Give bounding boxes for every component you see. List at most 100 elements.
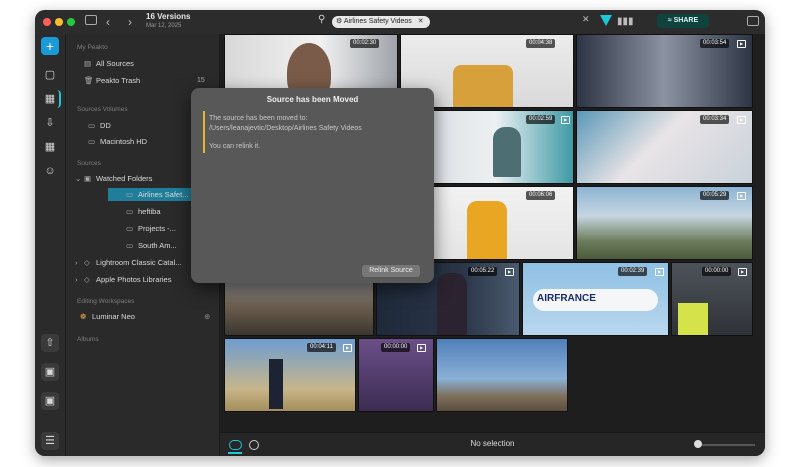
trash-icon: 🗑 bbox=[84, 76, 94, 85]
video-icon: ▶ bbox=[417, 344, 426, 352]
warning-accent-bar bbox=[203, 111, 205, 153]
share-label: SHARE bbox=[673, 17, 699, 24]
inspector-panel-icon[interactable] bbox=[747, 16, 759, 26]
menu-icon[interactable]: ☰ bbox=[41, 432, 59, 450]
section-sources: Sources bbox=[77, 160, 101, 167]
safety-vest-thumbnail bbox=[678, 303, 708, 335]
wifi-icon: ≈ bbox=[667, 17, 672, 24]
sidebar-item-all-sources[interactable]: ▤ All Sources bbox=[84, 57, 134, 70]
add-workspace-icon[interactable]: ⊕ bbox=[204, 310, 210, 323]
tool-strip: + ▢ ▦ ⇩ ▦ ☺ ⇧ ▣ ▣ ☰ bbox=[35, 34, 66, 456]
sidebar-item-apple-photos[interactable]: › ◇ Apple Photos Libraries bbox=[75, 273, 171, 286]
sidebar-item-heftiba[interactable]: ▭ heftiba bbox=[126, 205, 161, 218]
share-button[interactable]: ≈ SHARE bbox=[657, 14, 709, 28]
clear-search-icon[interactable]: ✕ bbox=[582, 14, 590, 25]
square-view-icon[interactable]: ▢ bbox=[41, 66, 59, 84]
video-icon: ▶ bbox=[505, 268, 514, 276]
sidebar-item-luminar[interactable]: ❁ Luminar Neo bbox=[80, 310, 135, 323]
title-bar: ‹ › 16 Versions Mar 12, 2025 ⚲ ⚙ Airline… bbox=[35, 10, 765, 35]
video-tile[interactable]: 00:03:34 ▶ bbox=[576, 110, 753, 184]
duration-label: 00:00:00 bbox=[702, 267, 732, 276]
duration-label: 00:06:06 bbox=[526, 191, 556, 200]
sidebar-item-dd[interactable]: ▭ DD bbox=[88, 119, 111, 132]
export-icon[interactable]: ⇧ bbox=[41, 334, 59, 352]
duration-label: 00:02:39 bbox=[618, 267, 648, 276]
video-tile[interactable]: 00:04:11 ▶ bbox=[224, 338, 356, 412]
minimize-window-button[interactable] bbox=[55, 18, 63, 26]
video-icon: ▶ bbox=[561, 116, 570, 124]
duration-label: 00:04:38 bbox=[526, 39, 556, 48]
forward-arrow-icon[interactable]: › bbox=[128, 14, 132, 30]
lifejacket-thumbnail bbox=[453, 65, 513, 107]
search-filter-chip[interactable]: ⚙ Airlines Safety Videos ✕ bbox=[332, 16, 430, 28]
stats-icon[interactable]: ▮▮▮ bbox=[617, 16, 634, 27]
stack-icon: ▤ bbox=[84, 59, 92, 68]
search-icon: ⚲ bbox=[318, 14, 326, 25]
section-editing-workspaces: Editing Workspaces bbox=[77, 298, 135, 305]
chip-remove-icon[interactable]: ✕ bbox=[418, 18, 424, 25]
map-icon[interactable]: ▦ bbox=[41, 138, 59, 156]
sidebar-item-watched-folders[interactable]: ⌄ ▣ Watched Folders bbox=[75, 172, 152, 185]
selected-indicator bbox=[228, 452, 242, 454]
folder-icon: ▭ bbox=[126, 241, 134, 250]
trash-count: 15 bbox=[197, 77, 205, 84]
relink-source-button[interactable]: Relink Source bbox=[362, 265, 420, 277]
search-bar[interactable]: ⚲ ⚙ Airlines Safety Videos ✕ ✕ bbox=[318, 14, 595, 30]
photo-add-icon[interactable]: ▣ bbox=[41, 363, 59, 381]
person-thumbnail bbox=[493, 127, 521, 177]
video-tile[interactable]: 00:05:29 ▶ bbox=[576, 186, 753, 260]
video-icon: ▶ bbox=[737, 116, 746, 124]
video-tile[interactable]: 00:00:00 ▶ bbox=[671, 262, 753, 336]
duration-label: 00:02:30 bbox=[350, 39, 380, 48]
duration-label: 00:03:54 bbox=[700, 39, 730, 48]
import-icon[interactable]: ⇩ bbox=[41, 114, 59, 132]
lifejacket-thumbnail bbox=[467, 201, 507, 259]
zoom-window-button[interactable] bbox=[67, 18, 75, 26]
sidebar-item-projects[interactable]: ▭ Projects -... bbox=[126, 222, 176, 235]
catalog-icon: ◇ bbox=[84, 258, 90, 267]
section-albums: Albums bbox=[77, 336, 99, 343]
person-thumbnail bbox=[269, 359, 283, 409]
duration-label: 00:05:29 bbox=[700, 191, 730, 200]
video-tile[interactable]: AIRFRANCE 00:02:39 ▶ bbox=[522, 262, 669, 336]
dialog-path: /Users/leanajevtic/Desktop/Airlines Safe… bbox=[209, 124, 362, 132]
sidebar-item-macintosh-hd[interactable]: ▭ Macintosh HD bbox=[88, 135, 147, 148]
dialog-title: Source has been Moved bbox=[266, 95, 359, 104]
chevron-down-icon: ⌄ bbox=[75, 174, 82, 183]
sidebar-item-trash[interactable]: 🗑 Peakto Trash bbox=[84, 74, 140, 87]
source-moved-dialog: Source has been Moved The source has bee… bbox=[191, 88, 434, 283]
dialog-relink-text: You can relink it. bbox=[209, 143, 261, 150]
drive-icon: ▭ bbox=[88, 121, 96, 130]
sidebar-item-south-am[interactable]: ▭ South Am... bbox=[126, 239, 177, 252]
drive-icon: ▭ bbox=[88, 137, 96, 146]
video-tile[interactable]: 00:03:54 ▶ bbox=[576, 34, 753, 108]
duration-label: 00:00:00 bbox=[381, 343, 411, 352]
add-button[interactable]: + bbox=[41, 37, 59, 55]
dialog-line1: The source has been moved to: bbox=[209, 115, 308, 122]
zoom-slider-handle[interactable] bbox=[694, 440, 702, 448]
video-tile[interactable] bbox=[436, 338, 568, 412]
folder-icon: ▭ bbox=[126, 224, 134, 233]
back-arrow-icon[interactable]: ‹ bbox=[106, 14, 110, 30]
zoom-slider[interactable] bbox=[695, 444, 755, 446]
video-icon: ▶ bbox=[738, 268, 747, 276]
grid-view-icon[interactable]: ▦ bbox=[41, 90, 61, 108]
duration-label: 00:02:59 bbox=[526, 115, 556, 124]
video-tile[interactable]: 00:00:00 ▶ bbox=[358, 338, 434, 412]
folder-icon: ▭ bbox=[126, 207, 134, 216]
status-bar: No selection bbox=[220, 432, 765, 456]
video-icon: ▶ bbox=[343, 344, 352, 352]
dialog-message: The source has been moved to: /Users/lea… bbox=[209, 114, 424, 133]
sidebar-toggle-icon[interactable] bbox=[85, 15, 97, 25]
people-icon[interactable]: ☺ bbox=[41, 162, 59, 180]
folder-icon: ▭ bbox=[126, 190, 134, 199]
selection-status: No selection bbox=[470, 439, 515, 448]
close-window-button[interactable] bbox=[43, 18, 51, 26]
airline-logo-text: AIRFRANCE bbox=[537, 293, 596, 304]
catalog-icon: ◇ bbox=[84, 275, 90, 284]
filter-icon[interactable] bbox=[600, 15, 612, 26]
chevron-right-icon: › bbox=[75, 275, 78, 284]
sidebar-item-lightroom[interactable]: › ◇ Lightroom Classic Catal... bbox=[75, 256, 181, 269]
photo-settings-icon[interactable]: ▣ bbox=[41, 392, 59, 410]
globe-icon: ⚙ bbox=[336, 18, 343, 25]
